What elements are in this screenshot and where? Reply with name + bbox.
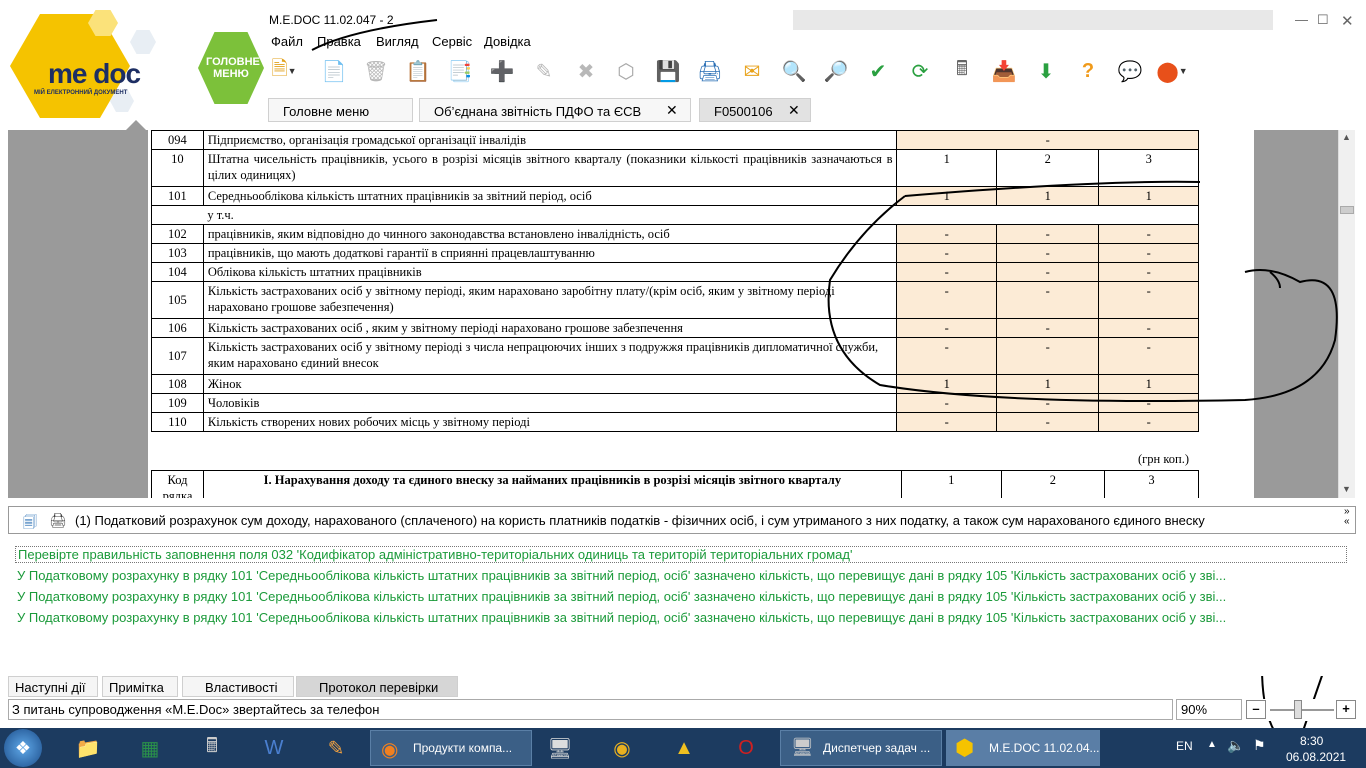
tray-expand-icon[interactable]: ▲: [1207, 739, 1217, 750]
zoom-in-button[interactable]: +: [1336, 700, 1356, 719]
expand-icon[interactable]: » «: [1344, 507, 1350, 527]
zoom-value: 90%: [1181, 702, 1208, 717]
opera-icon[interactable]: O: [728, 732, 764, 764]
tab-note[interactable]: Примітка: [102, 676, 178, 697]
calculator-app-icon[interactable]: 🖩: [194, 732, 230, 764]
clock-date[interactable]: 06.08.2021: [1286, 750, 1346, 764]
tab-label: Наступні дії: [15, 680, 86, 695]
taskbar: ❖ 📁 ▦ 🖩 W ✎ ◉ Продукти компа... 🖥 ◉ ▲ O 🖥…: [0, 728, 1366, 768]
tab-properties[interactable]: Властивості: [182, 676, 294, 697]
taskbar-firefox[interactable]: ◉ Продукти компа...: [370, 730, 532, 766]
app-triangle-icon[interactable]: ▲: [666, 732, 702, 764]
tab-label: Властивості: [205, 680, 278, 695]
tab-label: Протокол перевірки: [319, 680, 439, 695]
taskbar-medoc[interactable]: ⬢ M.E.DOC 11.02.04...: [946, 730, 1100, 766]
remote-desktop-icon[interactable]: 🖥: [542, 732, 578, 764]
tab-next-actions[interactable]: Наступні дії: [8, 676, 98, 697]
firefox-icon: ◉: [381, 739, 399, 761]
tab-label: Примітка: [109, 680, 164, 695]
file-explorer-icon[interactable]: 📁: [70, 732, 106, 764]
support-info-box: З питань супроводження «M.E.Doc» звертай…: [8, 699, 1173, 720]
start-button[interactable]: ❖: [4, 729, 42, 767]
message-item[interactable]: У Податковому розрахунку в рядку 101 'Се…: [17, 589, 1349, 604]
annotation-stroke: [311, 19, 438, 51]
word-icon[interactable]: W: [256, 732, 292, 764]
zoom-slider-thumb[interactable]: [1294, 700, 1302, 719]
message-item[interactable]: Перевірте правильність заповнення поля 0…: [15, 546, 1347, 563]
language-indicator[interactable]: EN: [1176, 739, 1193, 753]
excel-icon[interactable]: ▦: [132, 732, 168, 764]
clock-time[interactable]: 8:30: [1300, 734, 1323, 748]
zoom-out-button[interactable]: –: [1246, 700, 1266, 719]
message-item[interactable]: У Податковому розрахунку в рядку 101 'Се…: [17, 568, 1349, 583]
validation-messages: Перевірте правильність заповнення поля 0…: [8, 540, 1356, 676]
bottom-status-bar: З питань супроводження «M.E.Doc» звертай…: [8, 699, 1360, 721]
zoom-field[interactable]: 90%: [1176, 699, 1242, 720]
bottom-tabs: Наступні дії Примітка Властивості Проток…: [8, 676, 468, 698]
task-manager-icon: 🖥: [791, 737, 814, 757]
zoom-slider[interactable]: [1270, 709, 1334, 711]
notes-app-icon[interactable]: ✎: [318, 732, 354, 764]
tab-validation-log[interactable]: Протокол перевірки: [296, 676, 458, 697]
message-item[interactable]: У Податковому розрахунку в рядку 101 'Се…: [17, 610, 1349, 625]
action-center-icon[interactable]: ⚑: [1253, 737, 1266, 754]
document-name: (1) Податковий розрахунок сум доходу, на…: [75, 513, 1205, 528]
taskbar-label: Диспетчер задач ...: [823, 741, 931, 755]
annotation-stroke: [827, 180, 1338, 402]
chrome-icon[interactable]: ◉: [604, 732, 640, 764]
support-text: З питань супроводження «M.E.Doc» звертай…: [12, 702, 380, 717]
taskbar-label: M.E.DOC 11.02.04...: [989, 741, 1100, 755]
printer-icon[interactable]: 🖨: [49, 512, 67, 529]
medoc-icon: ⬢: [955, 735, 975, 760]
taskbar-task-manager[interactable]: 🖥 Диспетчер задач ...: [780, 730, 942, 766]
doc-status-icon: 🗐: [23, 514, 37, 530]
volume-icon[interactable]: 🔈: [1227, 737, 1244, 754]
document-status-line: 🗐 🖨 (1) Податковий розрахунок сум доходу…: [8, 506, 1356, 534]
taskbar-label: Продукти компа...: [413, 741, 513, 755]
